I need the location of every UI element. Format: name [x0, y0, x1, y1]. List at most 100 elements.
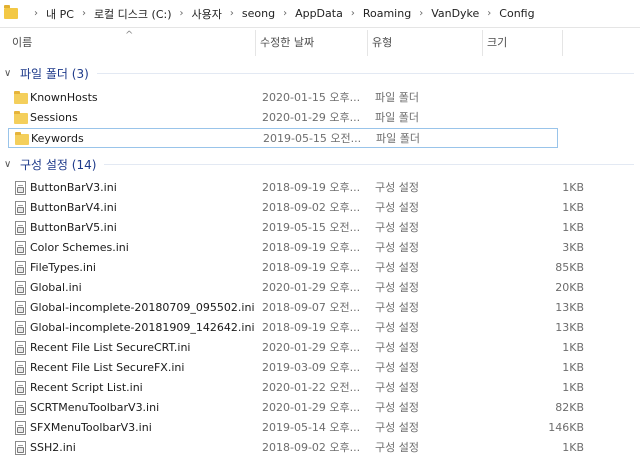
ini-file-icon: [15, 361, 26, 375]
file-size: 1KB: [562, 341, 584, 354]
list-item[interactable]: Sessions 2020-01-29 오후... 파일 폴더: [8, 108, 558, 128]
file-size: [478, 88, 584, 108]
file-type: 구성 설정: [375, 381, 419, 394]
list-item[interactable]: Color Schemes.ini 2018-09-19 오후... 구성 설정…: [8, 238, 584, 258]
file-name: Global-incomplete-20180709_095502.ini: [30, 301, 255, 314]
ini-file-icon: [15, 441, 26, 455]
file-type: 구성 설정: [375, 201, 419, 214]
file-size: 146KB: [548, 421, 584, 434]
file-size: 1KB: [562, 441, 584, 454]
file-date: 2019-05-15 오전...: [262, 221, 361, 234]
list-item[interactable]: Global.ini 2020-01-29 오후... 구성 설정 20KB: [8, 278, 584, 298]
file-name: Recent Script List.ini: [30, 381, 143, 394]
list-item[interactable]: Global-incomplete-20180709_095502.ini 20…: [8, 298, 584, 318]
file-date: 2020-01-22 오전...: [262, 381, 361, 394]
file-size: 1KB: [562, 381, 584, 394]
breadcrumb-item[interactable]: 로컬 디스크 (C:): [94, 6, 172, 22]
file-size: 1KB: [562, 201, 584, 214]
group-header-config[interactable]: ∨ 구성 설정 (14): [0, 154, 640, 174]
ini-file-icon: [15, 301, 26, 315]
ini-file-icon: [15, 261, 26, 275]
file-name: Recent File List SecureFX.ini: [30, 361, 185, 374]
list-item[interactable]: SSH2.ini 2018-09-02 오후... 구성 설정 1KB: [8, 438, 584, 458]
list-item-selected[interactable]: Keywords 2019-05-15 오전... 파일 폴더: [8, 128, 558, 148]
file-date: 2018-09-02 오후...: [262, 441, 361, 454]
breadcrumb-item[interactable]: seong: [242, 7, 275, 20]
column-name[interactable]: 이름: [8, 30, 256, 56]
file-type: 구성 설정: [375, 301, 419, 314]
file-size: 13KB: [555, 301, 584, 314]
group-header-folders[interactable]: ∨ 파일 폴더 (3): [0, 63, 640, 83]
file-date: 2018-09-19 오후...: [262, 321, 361, 334]
breadcrumb-item[interactable]: 내 PC: [46, 6, 74, 22]
group-title: 구성 설정 (14): [20, 157, 97, 172]
ini-file-icon: [15, 321, 26, 335]
ini-file-icon: [15, 181, 26, 195]
ini-file-icon: [15, 381, 26, 395]
breadcrumb-item[interactable]: AppData: [295, 7, 343, 20]
file-type: 구성 설정: [375, 341, 419, 354]
file-size: 82KB: [555, 401, 584, 414]
column-type[interactable]: 유형: [368, 30, 483, 56]
file-date: 2019-03-09 오후...: [262, 361, 361, 374]
file-type: 구성 설정: [375, 321, 419, 334]
file-type: 구성 설정: [375, 361, 419, 374]
file-date: 2018-09-02 오후...: [262, 201, 361, 214]
file-type: 구성 설정: [375, 261, 419, 274]
list-item[interactable]: Global-incomplete-20181909_142642.ini 20…: [8, 318, 584, 338]
chevron-right-icon[interactable]: ›: [351, 8, 355, 19]
chevron-right-icon[interactable]: ›: [82, 8, 86, 19]
list-item[interactable]: Recent File List SecureCRT.ini 2020-01-2…: [8, 338, 584, 358]
address-bar[interactable]: › 내 PC › 로컬 디스크 (C:) › 사용자 › seong › App…: [0, 0, 640, 28]
file-date: 2018-09-07 오전...: [262, 301, 361, 314]
breadcrumb-item[interactable]: Config: [499, 7, 534, 20]
chevron-right-icon[interactable]: ›: [419, 8, 423, 19]
file-name: ButtonBarV5.ini: [30, 221, 117, 234]
file-date: 2019-05-14 오후...: [262, 421, 361, 434]
file-type: 파일 폴더: [375, 111, 419, 124]
chevron-down-icon[interactable]: ∨: [4, 159, 14, 170]
file-date: 2018-09-19 오후...: [262, 181, 361, 194]
list-item[interactable]: SFXMenuToolbarV3.ini 2019-05-14 오후... 구성…: [8, 418, 584, 438]
file-type: 구성 설정: [375, 441, 419, 454]
file-name: Sessions: [30, 111, 78, 124]
file-type: 구성 설정: [375, 281, 419, 294]
file-type: 구성 설정: [375, 181, 419, 194]
ini-file-icon: [15, 221, 26, 235]
column-date[interactable]: 수정한 날짜: [256, 30, 368, 56]
file-size: 1KB: [562, 221, 584, 234]
chevron-right-icon[interactable]: ›: [283, 8, 287, 19]
folder-icon: [14, 91, 28, 104]
ini-file-icon: [15, 341, 26, 355]
file-name: SCRTMenuToolbarV3.ini: [30, 401, 160, 414]
group-divider: [96, 72, 634, 74]
list-item[interactable]: SCRTMenuToolbarV3.ini 2020-01-29 오후... 구…: [8, 398, 584, 418]
file-name: KnownHosts: [30, 91, 98, 104]
list-item[interactable]: ButtonBarV4.ini 2018-09-02 오후... 구성 설정 1…: [8, 198, 584, 218]
file-size: 1KB: [562, 361, 584, 374]
file-name: SFXMenuToolbarV3.ini: [30, 421, 152, 434]
breadcrumb-item[interactable]: VanDyke: [431, 7, 479, 20]
chevron-right-icon[interactable]: ›: [34, 8, 38, 19]
list-item[interactable]: Recent File List SecureFX.ini 2019-03-09…: [8, 358, 584, 378]
breadcrumb-item[interactable]: 사용자: [192, 6, 222, 22]
file-name: SSH2.ini: [30, 441, 76, 454]
file-size: 1KB: [562, 181, 584, 194]
folder-icon: [4, 5, 18, 19]
list-item[interactable]: FileTypes.ini 2018-09-19 오후... 구성 설정 85K…: [8, 258, 584, 278]
file-name: Global.ini: [30, 281, 82, 294]
group-divider: [104, 163, 634, 165]
chevron-right-icon[interactable]: ›: [230, 8, 234, 19]
chevron-right-icon[interactable]: ›: [487, 8, 491, 19]
list-item[interactable]: ButtonBarV5.ini 2019-05-15 오전... 구성 설정 1…: [8, 218, 584, 238]
list-item[interactable]: KnownHosts 2020-01-15 오후... 파일 폴더: [8, 88, 558, 108]
chevron-right-icon[interactable]: ›: [180, 8, 184, 19]
column-size[interactable]: 크기: [483, 30, 563, 56]
list-item[interactable]: ButtonBarV3.ini 2018-09-19 오후... 구성 설정 1…: [8, 178, 584, 198]
breadcrumb-item[interactable]: Roaming: [363, 7, 411, 20]
file-name: ButtonBarV3.ini: [30, 181, 117, 194]
list-item[interactable]: Recent Script List.ini 2020-01-22 오전... …: [8, 378, 584, 398]
breadcrumb: › 내 PC › 로컬 디스크 (C:) › 사용자 › seong › App…: [26, 6, 535, 22]
file-size: 13KB: [555, 321, 584, 334]
chevron-down-icon[interactable]: ∨: [4, 68, 14, 79]
